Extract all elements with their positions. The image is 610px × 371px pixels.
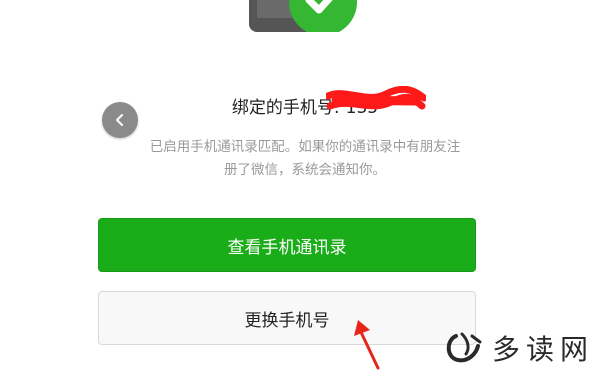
watermark-text: 多读网 xyxy=(492,333,595,366)
change-phone-button[interactable]: 更换手机号 xyxy=(98,291,476,345)
contacts-match-description: 已启用手机通讯录匹配。如果你的通讯录中有朋友注 册了微信，系统会通知你。 xyxy=(0,136,610,182)
back-button[interactable] xyxy=(102,102,138,138)
bound-phone-line: 绑定的手机号: 135 xyxy=(0,93,610,118)
bound-phone-label: 绑定的手机号: xyxy=(231,98,340,118)
redaction-scribble xyxy=(326,86,426,110)
view-contacts-button[interactable]: 查看手机通讯录 xyxy=(98,218,476,272)
description-line-1: 已启用手机通讯录匹配。如果你的通讯录中有朋友注 xyxy=(149,139,461,155)
description-line-2: 册了微信，系统会通知你。 xyxy=(224,162,386,178)
annotation-arrow xyxy=(354,320,380,370)
phone-check-illustration xyxy=(245,0,365,32)
chevron-left-icon xyxy=(116,114,123,126)
